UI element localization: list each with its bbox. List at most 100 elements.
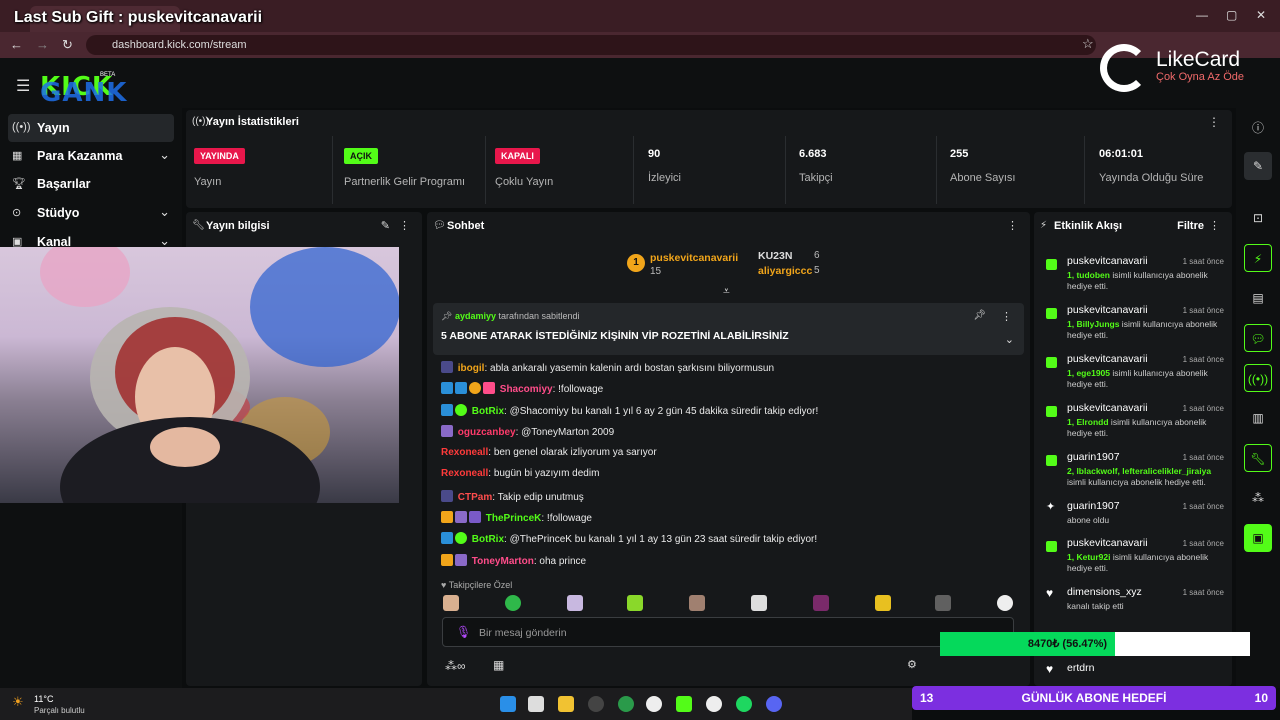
event-item[interactable]: ♥ ertdrn bbox=[1040, 662, 1226, 682]
chat-username[interactable]: ibogil bbox=[458, 363, 485, 374]
close-icon[interactable]: ✕ bbox=[1256, 8, 1266, 22]
back-icon[interactable]: ← bbox=[10, 37, 23, 52]
more-options-icon[interactable]: ⋮ bbox=[399, 219, 410, 232]
forward-icon[interactable]: → bbox=[36, 37, 49, 52]
chat-message[interactable]: ibogil: abla ankaralı yasemin kalenin ar… bbox=[441, 361, 774, 377]
camera-icon[interactable]: ⊡ bbox=[1244, 204, 1272, 232]
chat-message[interactable]: Rexoneall: bugün bi yazıyım dedim bbox=[441, 468, 599, 484]
more-options-icon[interactable]: ⋮ bbox=[1007, 219, 1018, 232]
apps-icon[interactable]: ⁂ bbox=[1244, 484, 1272, 512]
maximize-icon[interactable]: ▢ bbox=[1226, 8, 1237, 22]
chat-username[interactable]: oguzcanbey bbox=[458, 427, 516, 438]
app-icon[interactable] bbox=[646, 696, 662, 712]
sidebar-item-para-kazanma[interactable]: ▦ Para Kazanma ⌄ bbox=[8, 142, 174, 170]
chat-message[interactable]: ThePrinceK: !followage bbox=[441, 511, 592, 527]
lightning-icon[interactable]: ⚡︎ bbox=[1244, 244, 1272, 272]
chevron-down-icon[interactable]: ⌄ bbox=[1005, 333, 1014, 346]
kick-app-icon[interactable] bbox=[676, 696, 692, 712]
emote-icon[interactable] bbox=[689, 595, 705, 611]
chat-username[interactable]: ToneyMarton bbox=[472, 556, 534, 567]
chat-message[interactable]: CTPam: Takip edip unutmuş bbox=[441, 490, 584, 506]
sidebar-item-yayin[interactable]: ((•)) Yayın bbox=[8, 114, 174, 142]
chat-username[interactable]: Rexoneall bbox=[441, 468, 488, 479]
event-item[interactable]: puskevitcanavarii 1 saat önce 1, Ketur92… bbox=[1040, 537, 1226, 583]
emote-icon[interactable] bbox=[935, 595, 951, 611]
emote-icon[interactable] bbox=[627, 595, 643, 611]
chrome-icon[interactable] bbox=[618, 696, 634, 712]
edit-icon[interactable]: ✎ bbox=[381, 219, 390, 232]
event-item[interactable]: puskevitcanavarii 1 saat önce 1, tudoben… bbox=[1040, 255, 1226, 301]
app-icon[interactable] bbox=[706, 696, 722, 712]
emote-icon[interactable] bbox=[443, 595, 459, 611]
chat-username[interactable]: ThePrinceK bbox=[486, 513, 542, 524]
filter-button[interactable]: Filtre bbox=[1177, 220, 1204, 232]
goal-title: GÜNLÜK ABONE HEDEFİ bbox=[1021, 691, 1167, 705]
chat-username[interactable]: BotRix bbox=[472, 406, 504, 417]
more-options-icon[interactable]: ⋮ bbox=[1208, 115, 1220, 129]
chat-message[interactable]: Shacomiyy: !followage bbox=[441, 382, 603, 398]
chat-message[interactable]: BotRix: @Shacomiyy bu kanalı 1 yıl 6 ay … bbox=[441, 404, 818, 420]
emote-icon[interactable] bbox=[751, 595, 767, 611]
task-view-icon[interactable] bbox=[528, 696, 544, 712]
event-user[interactable]: puskevitcanavarii bbox=[1067, 255, 1148, 267]
event-user[interactable]: guarin1907 bbox=[1067, 500, 1120, 512]
chat-username[interactable]: Rexoneall bbox=[441, 447, 488, 458]
event-user[interactable]: puskevitcanavarii bbox=[1067, 304, 1148, 316]
status-badge: YAYINDA bbox=[194, 148, 245, 164]
edit-icon[interactable]: ✎ bbox=[1244, 152, 1272, 180]
chat-message[interactable]: BotRix: @ThePrinceK bu kanalı 1 yıl 1 ay… bbox=[441, 532, 817, 548]
url-field[interactable]: dashboard.kick.com/stream bbox=[86, 35, 1096, 55]
windows-start-icon[interactable] bbox=[500, 696, 516, 712]
event-item[interactable]: ✦ guarin1907 1 saat önce abone oldu bbox=[1040, 500, 1226, 534]
chat-tools-icon[interactable]: ⁂∞ bbox=[445, 659, 466, 673]
event-user[interactable]: ertdrn bbox=[1067, 662, 1094, 674]
event-user[interactable]: puskevitcanavarii bbox=[1067, 353, 1148, 365]
store-icon[interactable]: ▦ bbox=[493, 658, 504, 672]
more-options-icon[interactable]: ⋮ bbox=[1209, 219, 1220, 232]
wrench-icon[interactable]: 🔧︎ bbox=[1244, 444, 1272, 472]
more-options-icon[interactable]: ⋮ bbox=[1001, 310, 1012, 323]
chat-username[interactable]: Shacomiyy bbox=[500, 384, 553, 395]
chat-username[interactable]: CTPam bbox=[458, 492, 492, 503]
chat-text: ben genel olarak izliyorum ya sarıyor bbox=[493, 447, 657, 458]
menu-icon[interactable]: ☰ bbox=[16, 76, 30, 96]
event-user[interactable]: guarin1907 bbox=[1067, 451, 1120, 463]
event-user[interactable]: puskevitcanavarii bbox=[1067, 402, 1148, 414]
file-explorer-icon[interactable] bbox=[558, 696, 574, 712]
chat-username[interactable]: BotRix bbox=[472, 534, 504, 545]
info-icon[interactable]: ⓘ bbox=[1244, 114, 1272, 142]
event-user[interactable]: dimensions_xyz bbox=[1067, 586, 1142, 598]
microphone-icon[interactable]: 🎙︎ bbox=[456, 625, 471, 639]
event-item[interactable]: puskevitcanavarii 1 saat önce 1, ege1905… bbox=[1040, 353, 1226, 399]
reload-icon[interactable]: ↻ bbox=[62, 37, 73, 53]
sidebar-item-studyo[interactable]: ⊙ Stüdyo ⌄ bbox=[8, 199, 174, 227]
spotify-icon[interactable] bbox=[736, 696, 752, 712]
kick-app-icon[interactable]: ▣ bbox=[1244, 524, 1272, 552]
chat-message[interactable]: Rexoneall: ben genel olarak izliyorum ya… bbox=[441, 447, 657, 463]
layout-icon[interactable]: ▥ bbox=[1244, 404, 1272, 432]
event-item[interactable]: ♥ dimensions_xyz 1 saat önce kanalı taki… bbox=[1040, 586, 1226, 620]
chat-icon[interactable]: 💬︎ bbox=[1244, 324, 1272, 352]
bookmark-star-icon[interactable]: ☆ bbox=[1082, 36, 1094, 52]
emote-icon[interactable] bbox=[997, 595, 1013, 611]
notes-icon[interactable]: ▤ bbox=[1244, 284, 1272, 312]
emote-icon[interactable] bbox=[875, 595, 891, 611]
chat-message[interactable]: oguzcanbey: @ToneyMarton 2009 bbox=[441, 425, 614, 441]
event-item[interactable]: puskevitcanavarii 1 saat önce 1, Elrondd… bbox=[1040, 402, 1226, 448]
settings-icon[interactable]: ⚙ bbox=[907, 658, 917, 671]
app-icon[interactable] bbox=[588, 696, 604, 712]
emote-icon[interactable] bbox=[505, 595, 521, 611]
event-item[interactable]: guarin1907 1 saat önce 2, lblackwolf, le… bbox=[1040, 451, 1226, 497]
event-item[interactable]: puskevitcanavarii 1 saat önce 1, BillyJu… bbox=[1040, 304, 1226, 350]
emote-icon[interactable] bbox=[567, 595, 583, 611]
pin-icon[interactable]: 📌︎ bbox=[973, 310, 986, 321]
chat-message[interactable]: ToneyMarton: oha prince bbox=[441, 554, 586, 570]
chat-input[interactable]: 🎙︎ Bir mesaj gönderin bbox=[442, 617, 1014, 647]
broadcast-icon[interactable]: ((•)) bbox=[1244, 364, 1272, 392]
emote-icon[interactable] bbox=[813, 595, 829, 611]
expand-leaderboard-icon[interactable]: ⩡ bbox=[723, 284, 730, 299]
discord-icon[interactable] bbox=[766, 696, 782, 712]
minimize-icon[interactable]: — bbox=[1196, 8, 1208, 22]
event-user[interactable]: puskevitcanavarii bbox=[1067, 537, 1148, 549]
sidebar-item-basarilar[interactable]: 🏆︎ Başarılar bbox=[8, 170, 174, 198]
